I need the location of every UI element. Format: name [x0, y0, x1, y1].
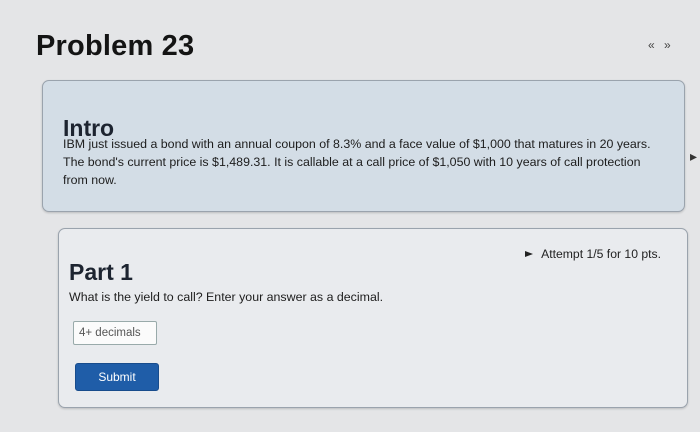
- intro-card: Intro IBM just issued a bond with an ann…: [42, 80, 685, 212]
- part-1-heading: Part 1: [69, 259, 133, 285]
- answer-input[interactable]: [73, 321, 157, 345]
- submit-button[interactable]: Submit: [75, 363, 159, 391]
- attempt-info: Attempt 1/5 for 10 pts.: [525, 247, 661, 261]
- question-text: What is the yield to call? Enter your an…: [69, 290, 384, 304]
- attempt-label: Attempt 1/5 for 10 pts.: [541, 247, 661, 261]
- previous-problem-icon[interactable]: «: [648, 38, 655, 52]
- page-title: Problem 23: [36, 30, 195, 62]
- flag-icon: [525, 251, 534, 257]
- side-expand-icon[interactable]: ▸: [690, 148, 697, 165]
- intro-text: IBM just issued a bond with an annual co…: [63, 137, 651, 187]
- part-1-card: Attempt 1/5 for 10 pts. Part 1 What is t…: [58, 228, 688, 408]
- next-problem-icon[interactable]: »: [664, 38, 671, 52]
- problem-navigation: « »: [648, 38, 678, 52]
